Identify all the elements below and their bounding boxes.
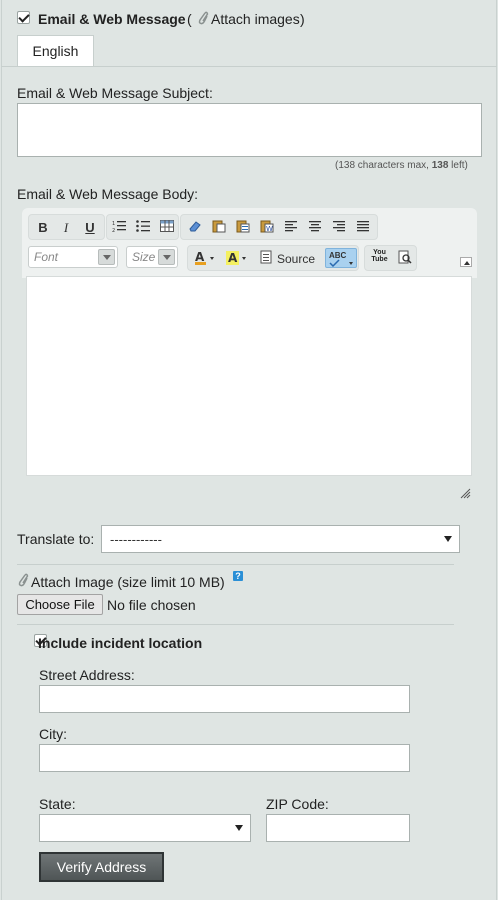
section-title: Email & Web Message xyxy=(38,11,186,27)
youtube-icon[interactable]: You Tube xyxy=(370,249,388,267)
justify-icon[interactable] xyxy=(354,219,372,237)
youtube-icon-label: You Tube xyxy=(371,249,388,263)
char-counter-suffix: left) xyxy=(448,160,468,171)
subject-label: Email & Web Message Subject: xyxy=(17,85,213,101)
tab-divider xyxy=(1,66,497,67)
svg-text:2: 2 xyxy=(112,228,115,233)
file-status: No file chosen xyxy=(107,597,196,613)
translate-select[interactable]: ------------ xyxy=(101,525,460,553)
collapse-toolbar-icon[interactable] xyxy=(460,257,472,267)
size-select-label: Size xyxy=(132,250,156,264)
underline-icon[interactable]: U xyxy=(81,219,99,237)
svg-text:1: 1 xyxy=(112,221,115,227)
resize-handle-icon[interactable] xyxy=(460,488,471,499)
char-counter: (138 characters max, 138 left) xyxy=(335,160,468,171)
divider xyxy=(17,564,454,565)
chevron-down-icon xyxy=(158,249,175,265)
paperclip-icon xyxy=(197,10,209,29)
attach-image-label: Attach Image (size limit 10 MB) xyxy=(31,574,225,590)
translate-label: Translate to: xyxy=(17,531,95,547)
source-button[interactable]: Source xyxy=(277,250,315,268)
toolbar-group-edit: W xyxy=(180,214,378,240)
translate-selected: ------------ xyxy=(110,532,162,547)
city-input[interactable] xyxy=(39,744,410,772)
bullet-list-icon[interactable] xyxy=(134,219,152,237)
tab-english[interactable]: English xyxy=(17,35,94,67)
choose-file-button[interactable]: Choose File xyxy=(17,594,103,615)
paperclip-icon xyxy=(17,572,29,591)
state-label: State: xyxy=(39,796,76,812)
font-select[interactable]: Font xyxy=(28,246,118,268)
toolbar-group-lists: 12 xyxy=(106,214,179,240)
message-body-editor[interactable] xyxy=(26,276,472,476)
subject-textarea[interactable] xyxy=(17,103,482,157)
street-address-label: Street Address: xyxy=(39,667,135,683)
street-address-input[interactable] xyxy=(39,685,410,713)
toolbar-group-basic: B I U xyxy=(28,214,105,240)
zip-code-label: ZIP Code: xyxy=(266,796,329,812)
zip-code-input[interactable] xyxy=(266,814,410,842)
chevron-down-icon xyxy=(235,825,243,831)
svg-text:W: W xyxy=(266,225,273,233)
attach-open-paren: ( xyxy=(187,11,192,27)
chevron-down-icon xyxy=(444,536,452,542)
body-label: Email & Web Message Body: xyxy=(17,186,199,202)
char-counter-left: 138 xyxy=(431,160,449,171)
align-left-icon[interactable] xyxy=(282,219,300,237)
include-location-label: Include incident location xyxy=(38,635,203,651)
divider xyxy=(17,624,454,625)
svg-text:A: A xyxy=(228,251,238,265)
paste-icon[interactable] xyxy=(210,219,228,237)
spellcheck-button[interactable]: ABC xyxy=(325,248,357,268)
text-color-icon[interactable]: A xyxy=(193,250,219,268)
chevron-down-icon xyxy=(98,249,115,265)
city-label: City: xyxy=(39,726,67,742)
toolbar-group-format: A A Source ABC xyxy=(187,245,359,271)
eraser-icon[interactable] xyxy=(186,219,204,237)
paste-word-icon[interactable]: W xyxy=(258,219,276,237)
size-select[interactable]: Size xyxy=(126,246,178,268)
help-icon[interactable]: ? xyxy=(233,571,243,581)
font-select-label: Font xyxy=(34,250,59,264)
toolbar-group-media: You Tube xyxy=(364,245,417,271)
table-icon[interactable] xyxy=(158,219,176,237)
svg-text:A: A xyxy=(195,250,205,264)
paste-text-icon[interactable] xyxy=(234,219,252,237)
align-right-icon[interactable] xyxy=(330,219,348,237)
background-color-icon[interactable]: A xyxy=(225,250,251,268)
source-icon[interactable] xyxy=(259,250,273,268)
numbered-list-icon[interactable]: 12 xyxy=(110,219,128,237)
attach-images-link[interactable]: Attach images xyxy=(211,11,300,27)
preview-icon[interactable] xyxy=(396,250,414,268)
verify-address-button[interactable]: Verify Address xyxy=(39,852,164,882)
attach-close-paren: ) xyxy=(300,11,305,27)
align-center-icon[interactable] xyxy=(306,219,324,237)
state-select[interactable] xyxy=(39,814,251,842)
bold-icon[interactable]: B xyxy=(34,219,52,237)
char-counter-prefix: (138 characters max, xyxy=(335,160,432,171)
email-web-message-checkbox[interactable] xyxy=(17,11,30,24)
italic-icon[interactable]: I xyxy=(57,219,75,237)
